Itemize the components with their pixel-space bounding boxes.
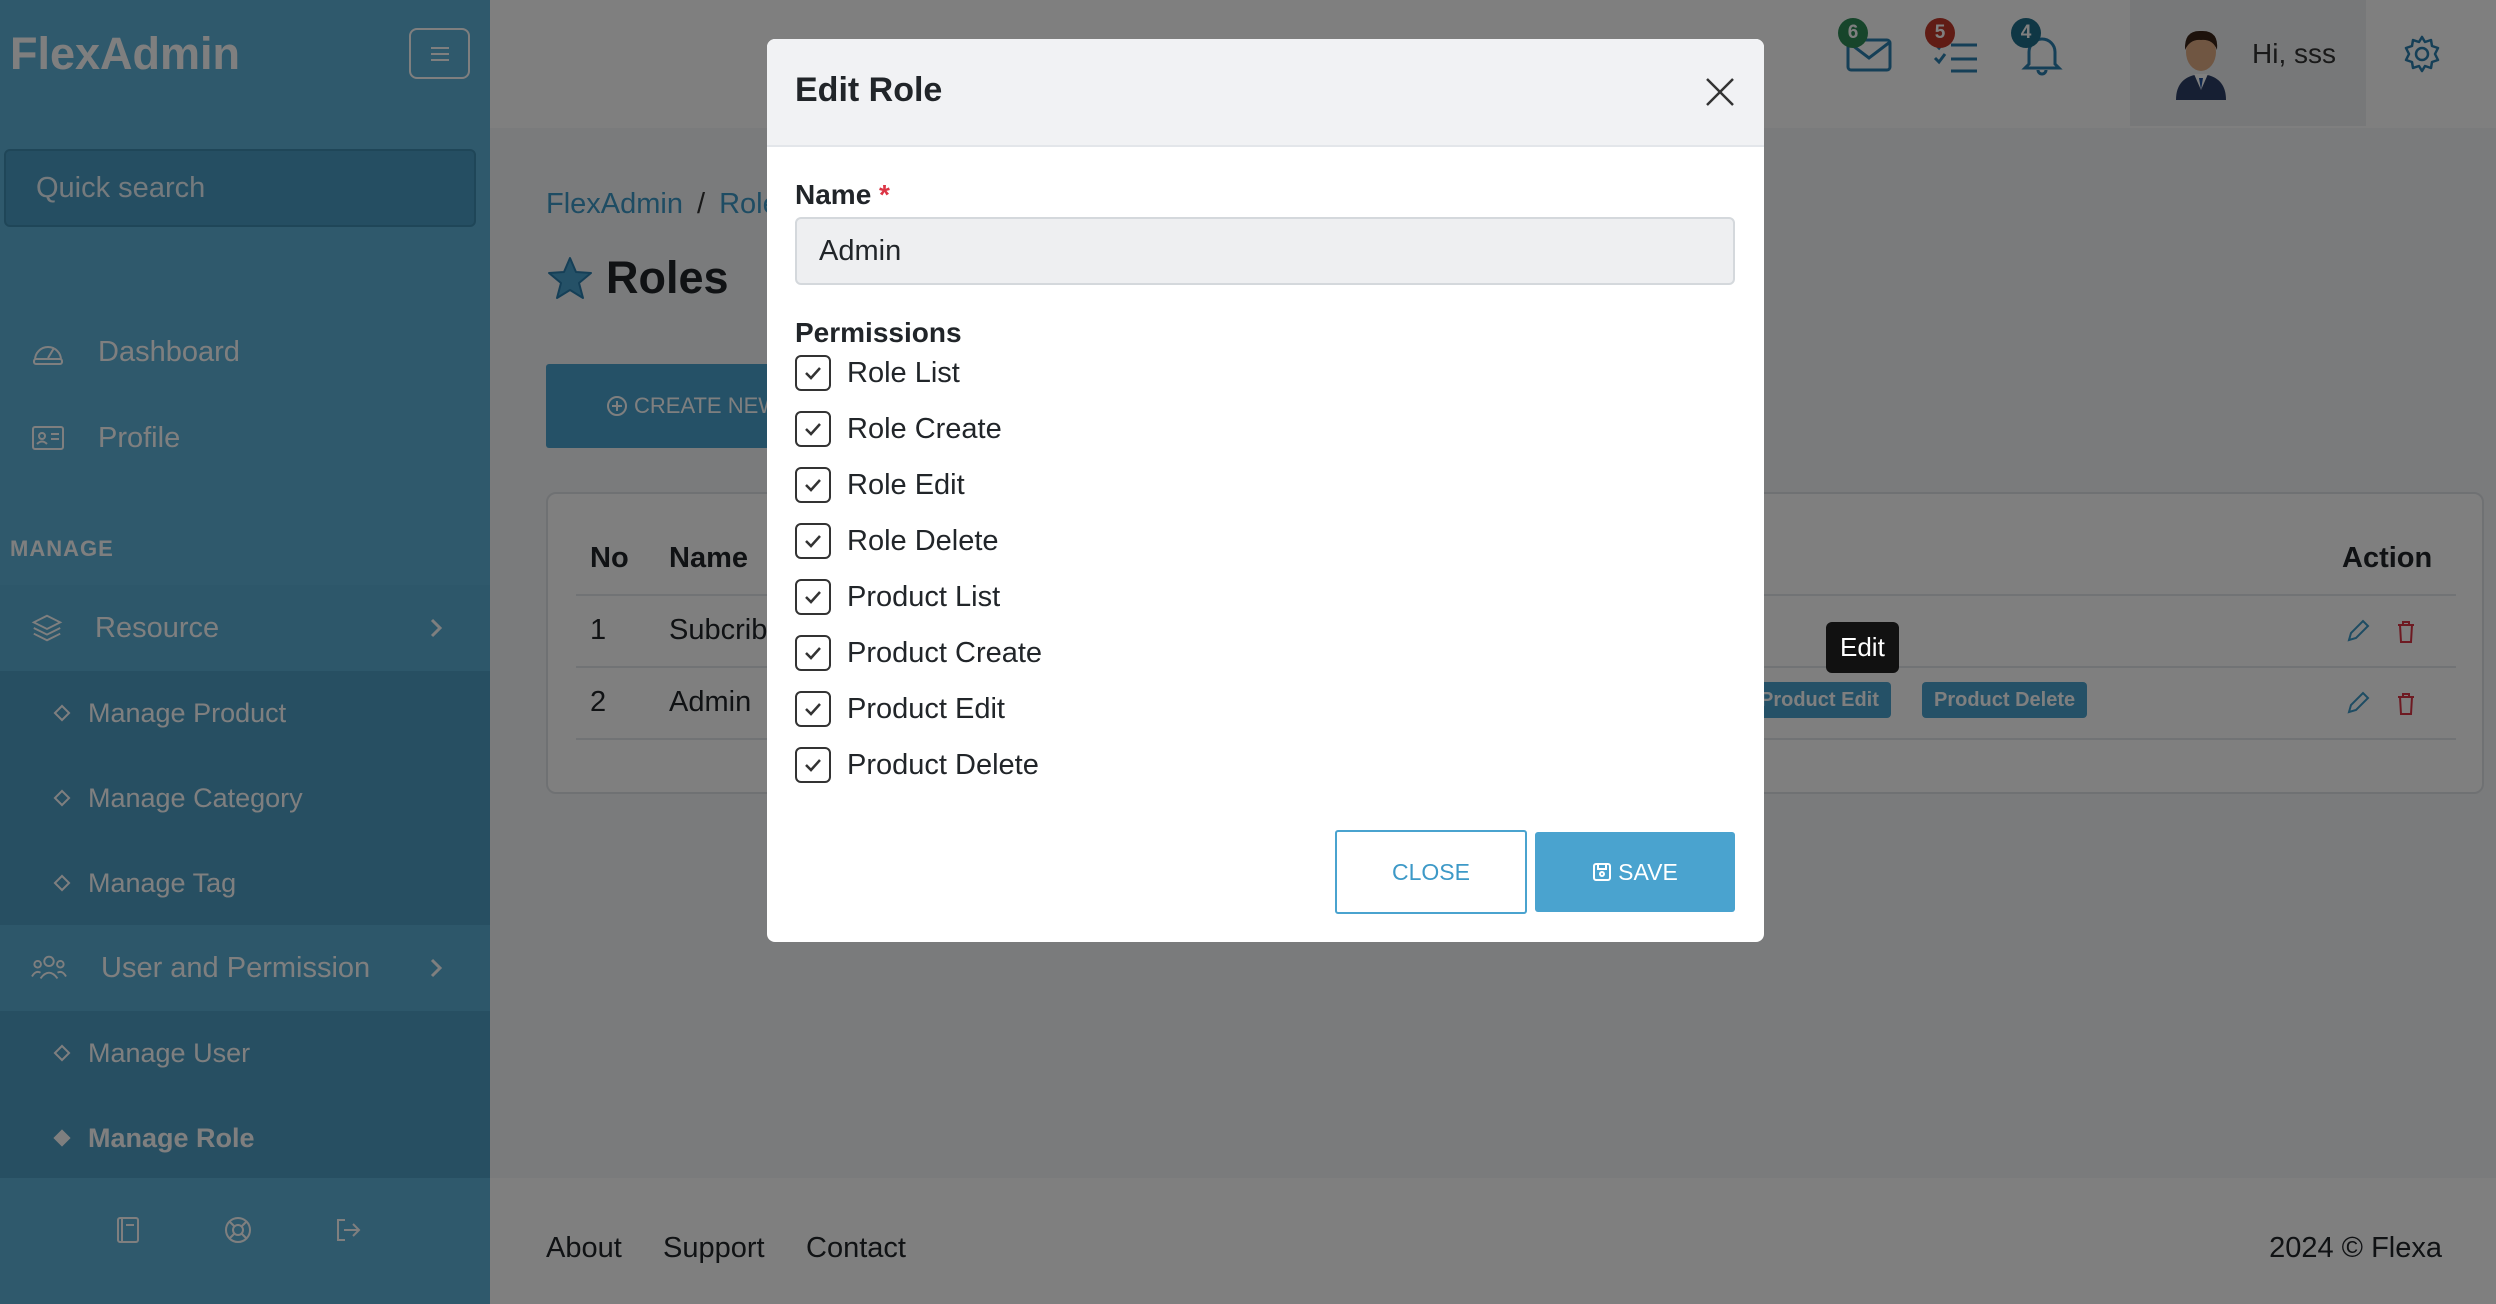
permission-row[interactable]: Role List — [795, 353, 960, 393]
permission-checkbox[interactable] — [795, 635, 831, 671]
permission-label: Role Delete — [847, 524, 999, 557]
close-button[interactable]: CLOSE — [1335, 830, 1527, 914]
permission-checkbox[interactable] — [795, 691, 831, 727]
permission-checkbox[interactable] — [795, 523, 831, 559]
edit-tooltip: Edit — [1826, 622, 1899, 673]
checkmark-icon — [805, 703, 821, 716]
permission-row[interactable]: Product Create — [795, 633, 1042, 673]
permission-label: Role Edit — [847, 468, 965, 501]
permission-checkbox[interactable] — [795, 579, 831, 615]
modal-title: Edit Role — [795, 71, 943, 109]
checkmark-icon — [805, 479, 821, 492]
permission-row[interactable]: Product List — [795, 577, 1000, 617]
permission-row[interactable]: Role Edit — [795, 465, 965, 505]
permission-label: Product List — [847, 580, 1001, 613]
permission-checkbox[interactable] — [795, 355, 831, 391]
permission-label: Role Create — [847, 412, 1002, 445]
permission-row[interactable]: Role Create — [795, 409, 1002, 449]
close-icon[interactable] — [1703, 75, 1737, 109]
permission-label: Product Create — [847, 636, 1043, 669]
edit-role-modal: Edit Role Name * Permissions Role List Ro… — [767, 39, 1764, 942]
permission-label: Role List — [847, 356, 960, 389]
permission-label: Product Delete — [847, 748, 1039, 781]
permission-checkbox[interactable] — [795, 467, 831, 503]
save-button[interactable]: SAVE — [1535, 832, 1735, 912]
permission-row[interactable]: Product Delete — [795, 745, 1039, 785]
checkmark-icon — [805, 647, 821, 660]
name-label-text: Name — [795, 179, 872, 210]
modal-header: Edit Role — [767, 39, 1764, 147]
permission-row[interactable]: Product Edit — [795, 689, 1005, 729]
name-field-label: Name * — [795, 179, 890, 211]
checkmark-icon — [805, 423, 821, 436]
role-name-input[interactable] — [795, 217, 1735, 285]
checkmark-icon — [805, 591, 821, 604]
checkmark-icon — [805, 367, 821, 380]
save-button-label: SAVE — [1618, 858, 1678, 885]
floppy-disk-icon — [1593, 863, 1612, 881]
permissions-label: Permissions — [795, 317, 962, 348]
permission-label: Product Edit — [847, 692, 1005, 725]
permission-checkbox[interactable] — [795, 747, 831, 783]
checkmark-icon — [805, 759, 821, 772]
permission-row[interactable]: Role Delete — [795, 521, 999, 561]
checkmark-icon — [805, 535, 821, 548]
required-mark: * — [879, 179, 890, 210]
permission-checkbox[interactable] — [795, 411, 831, 447]
